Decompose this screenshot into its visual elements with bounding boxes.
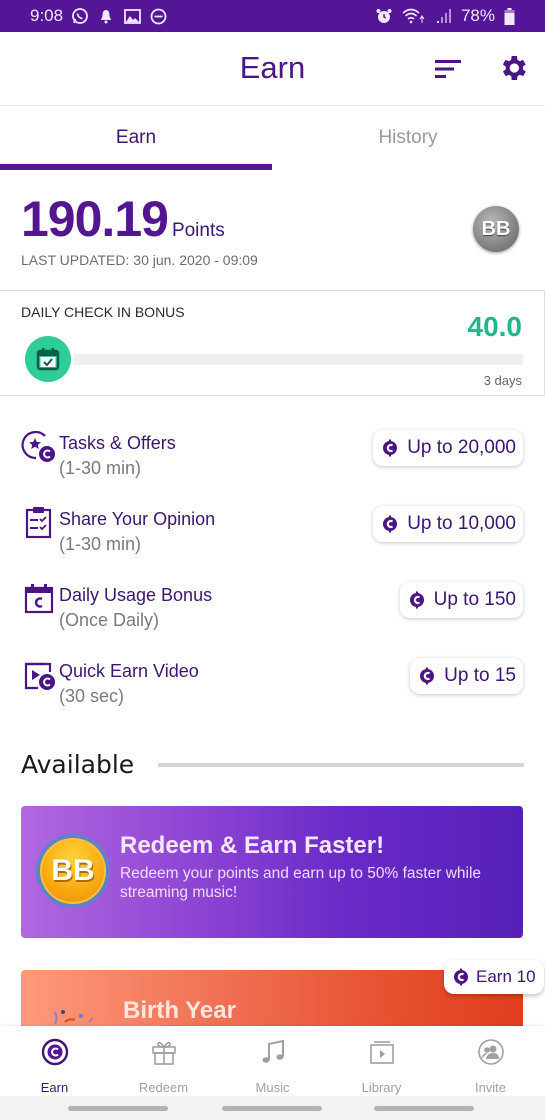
nav-label: Invite (474, 1080, 507, 1095)
tab-history[interactable]: History (272, 106, 544, 170)
tab-earn[interactable]: Earn (0, 106, 272, 170)
settings-gear-icon[interactable] (497, 52, 529, 84)
earn-item-name: Share Your Opinion (59, 509, 216, 529)
signal-icon (435, 7, 453, 25)
calendar-coin-icon (20, 580, 58, 618)
earn-item-name: Tasks & Offers (59, 433, 176, 453)
reward-text: Up to 15 (444, 665, 516, 686)
earn-methods-list: Tasks & Offers (1-30 min) Up to 20,000 S… (0, 420, 545, 724)
birth-year-title: Birth Year (123, 997, 236, 1024)
earn-item-duration: (Once Daily) (59, 610, 160, 630)
earn-item-daily-usage[interactable]: Daily Usage Bonus (Once Daily) Up to 150 (0, 572, 545, 648)
reward-pill[interactable]: Up to 150 (399, 582, 523, 618)
promo-title: Redeem & Earn Faster! (120, 832, 385, 859)
last-updated: LAST UPDATED: 30 jun. 2020 - 09:09 (21, 252, 258, 268)
notification-bell-icon (97, 7, 115, 25)
whatsapp-icon (71, 7, 89, 25)
daily-check-in-label: DAILY CHECK IN BONUS (21, 304, 185, 320)
tab-bar: Earn History (0, 106, 545, 170)
nav-label: Music (255, 1080, 290, 1095)
gallery-icon (123, 7, 141, 25)
reward-pill[interactable]: Up to 10,000 (373, 506, 523, 542)
bottom-navigation: Earn Redeem Music Library Invite (0, 1026, 545, 1096)
battery-percentage: 78% (460, 6, 495, 25)
earn-item-duration: (1-30 min) (59, 458, 142, 478)
earn-reward-badge[interactable]: Earn 10 (444, 960, 544, 994)
home-button[interactable] (222, 1106, 322, 1111)
points-value: 190.19 (21, 191, 169, 247)
bb-coin-icon: BB (36, 834, 110, 908)
earn-item-share-opinion[interactable]: Share Your Opinion (1-30 min) Up to 10,0… (0, 496, 545, 572)
tasks-offers-icon (20, 428, 58, 466)
library-icon (368, 1038, 396, 1066)
recent-apps-button[interactable] (68, 1106, 168, 1111)
points-summary: 190.19 Points LAST UPDATED: 30 jun. 2020 … (21, 190, 258, 268)
bb-coin-label: BB (40, 838, 106, 904)
redeem-earn-faster-card[interactable]: BB Redeem & Earn Faster! Redeem your poi… (21, 806, 523, 938)
nav-earn[interactable]: Earn (0, 1026, 109, 1096)
reward-text: Up to 10,000 (407, 513, 516, 534)
coin-icon (408, 591, 426, 609)
nav-library[interactable]: Library (327, 1026, 436, 1096)
page-title: Earn (239, 50, 306, 85)
daily-check-in-amount: 40.0 (467, 311, 523, 342)
clock: 9:08 (30, 6, 64, 25)
coin-icon (418, 667, 436, 685)
earn-item-duration: (1-30 min) (59, 534, 142, 554)
filter-icon[interactable] (434, 58, 462, 80)
nav-music[interactable]: Music (218, 1026, 327, 1096)
survey-clipboard-icon (20, 504, 58, 542)
alarm-icon (375, 7, 393, 25)
earn-item-quick-video[interactable]: Quick Earn Video (30 sec) Up to 15 (0, 648, 545, 724)
available-section-header: Available (21, 750, 524, 779)
earn-item-name: Daily Usage Bonus (59, 585, 213, 605)
reward-pill[interactable]: Up to 15 (410, 658, 523, 694)
earn-item-tasks-offers[interactable]: Tasks & Offers (1-30 min) Up to 20,000 (0, 420, 545, 496)
active-tab-indicator (0, 164, 272, 170)
check-in-days: 3 days (483, 373, 522, 388)
coin-icon (381, 515, 399, 533)
battery-icon (503, 7, 515, 25)
points-unit: Points (171, 220, 225, 241)
wifi-icon (401, 7, 427, 25)
app-header: Earn (0, 32, 545, 106)
daily-check-in-card[interactable]: DAILY CHECK IN BONUS 40.0 3 days (0, 290, 545, 396)
reward-text: Up to 150 (433, 589, 516, 610)
nav-label: Library (361, 1080, 402, 1095)
section-divider (158, 762, 524, 767)
coin-icon (381, 439, 399, 457)
reward-pill[interactable]: Up to 20,000 (373, 430, 523, 466)
gift-icon (150, 1038, 178, 1066)
back-button[interactable] (374, 1106, 474, 1111)
nav-label: Earn (40, 1080, 69, 1095)
earn-item-duration: (30 sec) (59, 686, 125, 706)
coin-icon (452, 968, 470, 986)
system-navigation-bar (0, 1096, 545, 1120)
reward-text: Up to 20,000 (407, 437, 516, 458)
earn-item-name: Quick Earn Video (59, 661, 199, 681)
nav-redeem[interactable]: Redeem (109, 1026, 218, 1096)
bb-tier-badge[interactable]: BB (473, 206, 519, 252)
nav-label: Redeem (138, 1080, 189, 1095)
music-note-icon (259, 1038, 287, 1066)
calendar-check-icon (25, 336, 71, 382)
video-coin-icon (20, 656, 58, 694)
do-not-disturb-icon (149, 7, 167, 25)
invite-people-icon (477, 1038, 505, 1066)
nav-invite[interactable]: Invite (436, 1026, 545, 1096)
status-bar: 9:08 78% (0, 0, 545, 32)
check-in-progress-bar (74, 354, 523, 365)
available-heading: Available (21, 750, 135, 779)
earn-coin-icon (41, 1038, 69, 1066)
promo-description: Redeem your points and earn up to 50% fa… (120, 865, 482, 901)
earn-reward-text: Earn 10 (476, 967, 536, 986)
